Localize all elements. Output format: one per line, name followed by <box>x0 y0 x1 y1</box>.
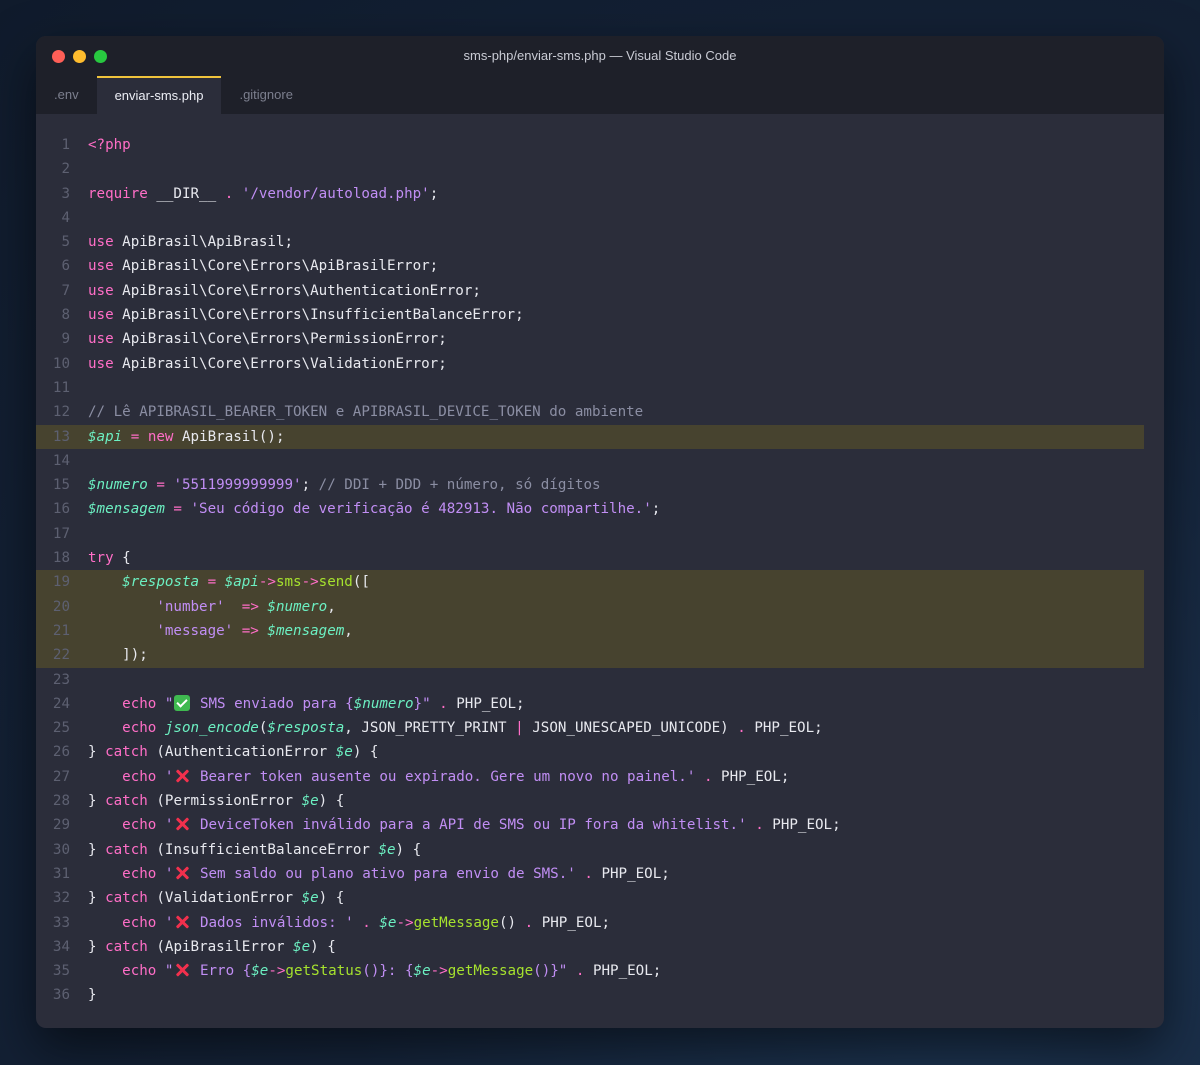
code-line: 24 echo " SMS enviado para {$numero}" . … <box>36 692 1164 716</box>
line-number: 36 <box>52 987 70 1004</box>
line-number: 7 <box>61 282 70 299</box>
code-line-highlighted: 19 $resposta = $api->sms->send([ <box>36 570 1144 595</box>
line-number: 3 <box>61 185 70 202</box>
code-line: 25 echo json_encode($resposta, JSON_PRET… <box>36 716 1164 740</box>
code-line-highlighted: 22 ]); <box>36 643 1144 668</box>
code-line: 3 require __DIR__ . '/vendor/autoload.php… <box>36 182 1164 206</box>
line-number: 13 <box>52 428 70 445</box>
check-mark-icon <box>174 694 191 711</box>
tab-enviar-sms-php[interactable]: enviar-sms.php <box>96 76 222 114</box>
line-number: 23 <box>52 671 70 688</box>
code-line-highlighted: 20 'number' => $numero, <box>36 594 1144 619</box>
code-line: 35 echo " Erro {$e->getStatus()}: {$e->g… <box>36 959 1164 983</box>
line-number: 15 <box>52 477 70 494</box>
line-number: 21 <box>52 622 70 639</box>
code-line: 5 use ApiBrasil\ApiBrasil; <box>36 230 1164 254</box>
line-number: 11 <box>52 379 70 396</box>
line-number: 24 <box>52 695 70 712</box>
line-number: 28 <box>52 793 70 810</box>
title-bar: sms-php/enviar-sms.php — Visual Studio C… <box>36 36 1164 76</box>
line-number: 12 <box>52 404 70 421</box>
code-line: 16 $mensagem = 'Seu código de verificação… <box>36 497 1164 521</box>
line-number: 2 <box>61 161 70 178</box>
window-title: sms-php/enviar-sms.php — Visual Studio C… <box>463 48 737 63</box>
code-line: 7 use ApiBrasil\Core\Errors\Authenticatio… <box>36 279 1164 303</box>
code-line: 29 echo ' DeviceToken inválido para a AP… <box>36 813 1164 837</box>
code-line-highlighted: 13 $api = new ApiBrasil(); <box>36 424 1144 449</box>
line-number: 10 <box>52 355 70 372</box>
line-number: 1 <box>61 137 70 153</box>
code-line: 10 use ApiBrasil\Core\Errors\ValidationEr… <box>36 352 1164 376</box>
line-number: 4 <box>61 209 70 226</box>
code-line: 12// Lê APIBRASIL_BEARER_TOKEN e APIBRAS… <box>36 400 1164 424</box>
line-number: 25 <box>52 720 70 737</box>
line-number: 8 <box>61 307 70 324</box>
code-line: 11 <box>36 376 1164 400</box>
line-number: 9 <box>61 331 70 348</box>
line-number: 35 <box>52 963 70 980</box>
line-number: 14 <box>52 452 70 469</box>
line-number: 26 <box>52 744 70 761</box>
code-line-highlighted: 21 'message' => $mensagem, <box>36 618 1144 644</box>
code-line: 34} catch (ApiBrasilError $e) { <box>36 935 1164 959</box>
line-number: 5 <box>61 234 70 251</box>
code-line: 1 <?php <box>36 133 1164 157</box>
line-number: 30 <box>52 841 70 858</box>
line-number: 22 <box>52 647 70 664</box>
cross-mark-icon <box>174 865 190 881</box>
code-line: 33 echo ' Dados inválidos: ' . $e->getMe… <box>36 911 1164 935</box>
code-line: 17 <box>36 522 1164 546</box>
line-number: 19 <box>52 574 70 591</box>
code-line: 23 <box>36 668 1164 692</box>
code-line: 26} catch (AuthenticationError $e) { <box>36 740 1164 764</box>
line-number: 6 <box>61 258 70 275</box>
code-line: 9 use ApiBrasil\Core\Errors\PermissionErr… <box>36 327 1164 351</box>
line-number: 29 <box>52 817 70 834</box>
cross-mark-icon <box>174 768 190 784</box>
code-line: 28} catch (PermissionError $e) { <box>36 789 1164 813</box>
editor-window: sms-php/enviar-sms.php — Visual Studio C… <box>36 36 1164 1028</box>
tab-gitignore[interactable]: .gitignore <box>221 76 310 114</box>
code-line: 31 echo ' Sem saldo ou plano ativo para … <box>36 862 1164 886</box>
code-line: 36} <box>36 983 1164 1007</box>
code-line: 15 $numero = '5511999999999'; // DDI + DD… <box>36 473 1164 497</box>
line-number: 20 <box>52 598 70 615</box>
code-editor[interactable]: 1 <?php 2 3 require __DIR__ . '/vendor/aut… <box>36 114 1164 1008</box>
cross-mark-icon <box>174 914 190 930</box>
cross-mark-icon <box>174 962 190 978</box>
tab-env[interactable]: .env <box>36 76 97 114</box>
code-line: 6 use ApiBrasil\Core\Errors\ApiBrasilErro… <box>36 254 1164 278</box>
line-number: 17 <box>52 525 70 542</box>
line-number: 18 <box>52 550 70 567</box>
line-number: 34 <box>52 938 70 955</box>
code-line: 14 <box>36 449 1164 473</box>
code-line: 8 use ApiBrasil\Core\Errors\InsufficientB… <box>36 303 1164 327</box>
code-line: 30} catch (InsufficientBalanceError $e) … <box>36 838 1164 862</box>
code-line: 4 <box>36 206 1164 230</box>
line-number: 32 <box>52 890 70 907</box>
line-number: 31 <box>52 865 70 882</box>
line-number: 27 <box>52 768 70 785</box>
code-line: 27 echo ' Bearer token ausente ou expira… <box>36 765 1164 789</box>
code-line: 32} catch (ValidationError $e) { <box>36 886 1164 910</box>
line-number: 16 <box>52 501 70 518</box>
code-line: 18 try { <box>36 546 1164 570</box>
code-line: 2 <box>36 157 1164 181</box>
line-number: 33 <box>52 914 70 931</box>
cross-mark-icon <box>174 816 190 832</box>
tab-bar: .env enviar-sms.php .gitignore <box>36 76 1164 114</box>
